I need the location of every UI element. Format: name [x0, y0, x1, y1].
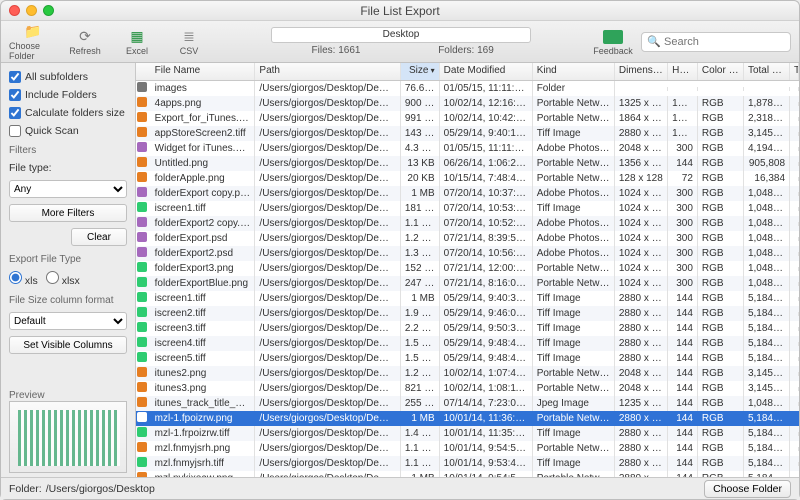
excel-button[interactable]: ▦ Excel	[113, 28, 161, 56]
col-title[interactable]: Title	[790, 63, 799, 80]
preview-label: Preview	[9, 390, 127, 401]
window-title: File List Export	[360, 4, 439, 18]
table-row[interactable]: Widget for iTunes.psd/Users/giorgos/Desk…	[136, 141, 799, 156]
file-type-label: File type:	[9, 162, 127, 174]
current-folder-display: Desktop	[271, 27, 531, 43]
feedback-button[interactable]: Feedback	[589, 28, 637, 56]
minimize-icon[interactable]	[26, 5, 37, 16]
table-row[interactable]: itunes2.png/Users/giorgos/Desktop/DemoFo…	[136, 366, 799, 381]
set-visible-columns-button[interactable]: Set Visible Columns	[9, 336, 127, 354]
file-table: File Name Path Size Date Modified Kind D…	[136, 63, 799, 477]
table-row[interactable]: 4apps.png/Users/giorgos/Desktop/DemoFold…	[136, 96, 799, 111]
calculate-sizes-checkbox[interactable]: Calculate folders size	[9, 107, 127, 119]
excel-label: Excel	[126, 46, 148, 56]
col-totalpixels[interactable]: Total Pixels	[744, 63, 790, 80]
table-row[interactable]: iscreen1.tiff/Users/giorgos/Desktop/Demo…	[136, 291, 799, 306]
table-row[interactable]: iscreen1.tiff/Users/giorgos/Desktop/Demo…	[136, 201, 799, 216]
table-row[interactable]: mzl.fnmyjsrh.tiff/Users/giorgos/Desktop/…	[136, 456, 799, 471]
clear-filters-button[interactable]: Clear	[71, 228, 127, 246]
table-row[interactable]: itunes_track_title_export.jpg/Users/gior…	[136, 396, 799, 411]
feedback-label: Feedback	[593, 46, 633, 56]
col-colorspace[interactable]: Color Space	[698, 63, 744, 80]
xls-radio[interactable]: xls	[9, 271, 38, 287]
col-date[interactable]: Date Modified	[440, 63, 533, 80]
footer: Folder: /Users/giorgos/Desktop Choose Fo…	[1, 477, 799, 499]
search-input[interactable]	[641, 32, 791, 52]
table-row[interactable]: iscreen5.tiff/Users/giorgos/Desktop/Demo…	[136, 351, 799, 366]
titlebar: File List Export	[1, 1, 799, 21]
table-header: File Name Path Size Date Modified Kind D…	[136, 63, 799, 81]
export-filetype-label: Export File Type	[9, 254, 127, 265]
xlsx-radio[interactable]: xlsx	[46, 271, 80, 287]
more-filters-button[interactable]: More Filters	[9, 204, 127, 222]
files-count: Files: 1661	[271, 45, 401, 56]
file-type-select[interactable]: Any	[9, 180, 127, 198]
folder-icon: 📁	[22, 23, 44, 41]
col-filename[interactable]: File Name	[151, 63, 256, 80]
choose-folder-button[interactable]: 📁 Choose Folder	[9, 23, 57, 61]
filesize-format-select[interactable]: Default	[9, 312, 127, 330]
toolbar-info: Desktop Files: 1661 Folders: 169	[257, 27, 545, 56]
table-row[interactable]: folderExport2.psd/Users/giorgos/Desktop/…	[136, 246, 799, 261]
app-window: File List Export 📁 Choose Folder ⟳ Refre…	[0, 0, 800, 500]
sidebar: All subfolders Include Folders Calculate…	[1, 63, 136, 477]
table-row[interactable]: itunes3.png/Users/giorgos/Desktop/DemoFo…	[136, 381, 799, 396]
refresh-icon: ⟳	[74, 28, 96, 46]
table-row[interactable]: mzl.fnmyjsrh.png/Users/giorgos/Desktop/D…	[136, 441, 799, 456]
col-kind[interactable]: Kind	[533, 63, 615, 80]
table-row[interactable]: folderExportBlue.png/Users/giorgos/Deskt…	[136, 276, 799, 291]
col-size[interactable]: Size	[401, 63, 440, 80]
refresh-label: Refresh	[69, 46, 101, 56]
table-row[interactable]: folderApple.png/Users/giorgos/Desktop/De…	[136, 171, 799, 186]
table-row[interactable]: iscreen4.tiff/Users/giorgos/Desktop/Demo…	[136, 336, 799, 351]
table-row[interactable]: mzl-1.frpoizrw.tiff/Users/giorgos/Deskto…	[136, 426, 799, 441]
quick-scan-checkbox[interactable]: Quick Scan	[9, 125, 127, 137]
table-row[interactable]: folderExport copy.psd/Users/giorgos/Desk…	[136, 186, 799, 201]
feedback-icon	[602, 28, 624, 46]
table-body[interactable]: images/Users/giorgos/Desktop/DemoFolder/…	[136, 81, 799, 477]
table-row[interactable]: Export_for_iTunes.png/Users/giorgos/Desk…	[136, 111, 799, 126]
footer-choose-folder-button[interactable]: Choose Folder	[704, 480, 791, 498]
table-row[interactable]: appStoreScreen2.tiff/Users/giorgos/Deskt…	[136, 126, 799, 141]
excel-icon: ▦	[126, 28, 148, 46]
preview-image	[9, 401, 127, 473]
table-row[interactable]: folderExport3.png/Users/giorgos/Desktop/…	[136, 261, 799, 276]
table-row[interactable]: folderExport.psd/Users/giorgos/Desktop/D…	[136, 231, 799, 246]
col-icon[interactable]	[136, 63, 151, 80]
csv-label: CSV	[180, 46, 199, 56]
table-row[interactable]: Untitled.png/Users/giorgos/Desktop/DemoF…	[136, 156, 799, 171]
col-dimensions[interactable]: Dimensions	[615, 63, 668, 80]
refresh-button[interactable]: ⟳ Refresh	[61, 28, 109, 56]
folders-count: Folders: 169	[401, 45, 531, 56]
csv-button[interactable]: ≣ CSV	[165, 28, 213, 56]
col-path[interactable]: Path	[255, 63, 400, 80]
table-row[interactable]: iscreen3.tiff/Users/giorgos/Desktop/Demo…	[136, 321, 799, 336]
filters-label: Filters	[9, 145, 127, 156]
col-height[interactable]: Height	[668, 63, 698, 80]
csv-icon: ≣	[178, 28, 200, 46]
table-row[interactable]: folderExport2 copy.psd/Users/giorgos/Des…	[136, 216, 799, 231]
close-icon[interactable]	[9, 5, 20, 16]
zoom-icon[interactable]	[43, 5, 54, 16]
filesize-format-label: File Size column format	[9, 295, 127, 306]
table-row[interactable]: iscreen2.tiff/Users/giorgos/Desktop/Demo…	[136, 306, 799, 321]
table-row[interactable]: mzl-1.fpoizrw.png/Users/giorgos/Desktop/…	[136, 411, 799, 426]
toolbar: 📁 Choose Folder ⟳ Refresh ▦ Excel ≣ CSV …	[1, 21, 799, 63]
footer-folder-path: /Users/giorgos/Desktop	[46, 483, 155, 495]
table-row[interactable]: images/Users/giorgos/Desktop/DemoFolder/…	[136, 81, 799, 96]
all-subfolders-checkbox[interactable]: All subfolders	[9, 71, 127, 83]
footer-folder-label: Folder:	[9, 483, 42, 495]
choose-folder-label: Choose Folder	[9, 41, 57, 61]
include-folders-checkbox[interactable]: Include Folders	[9, 89, 127, 101]
